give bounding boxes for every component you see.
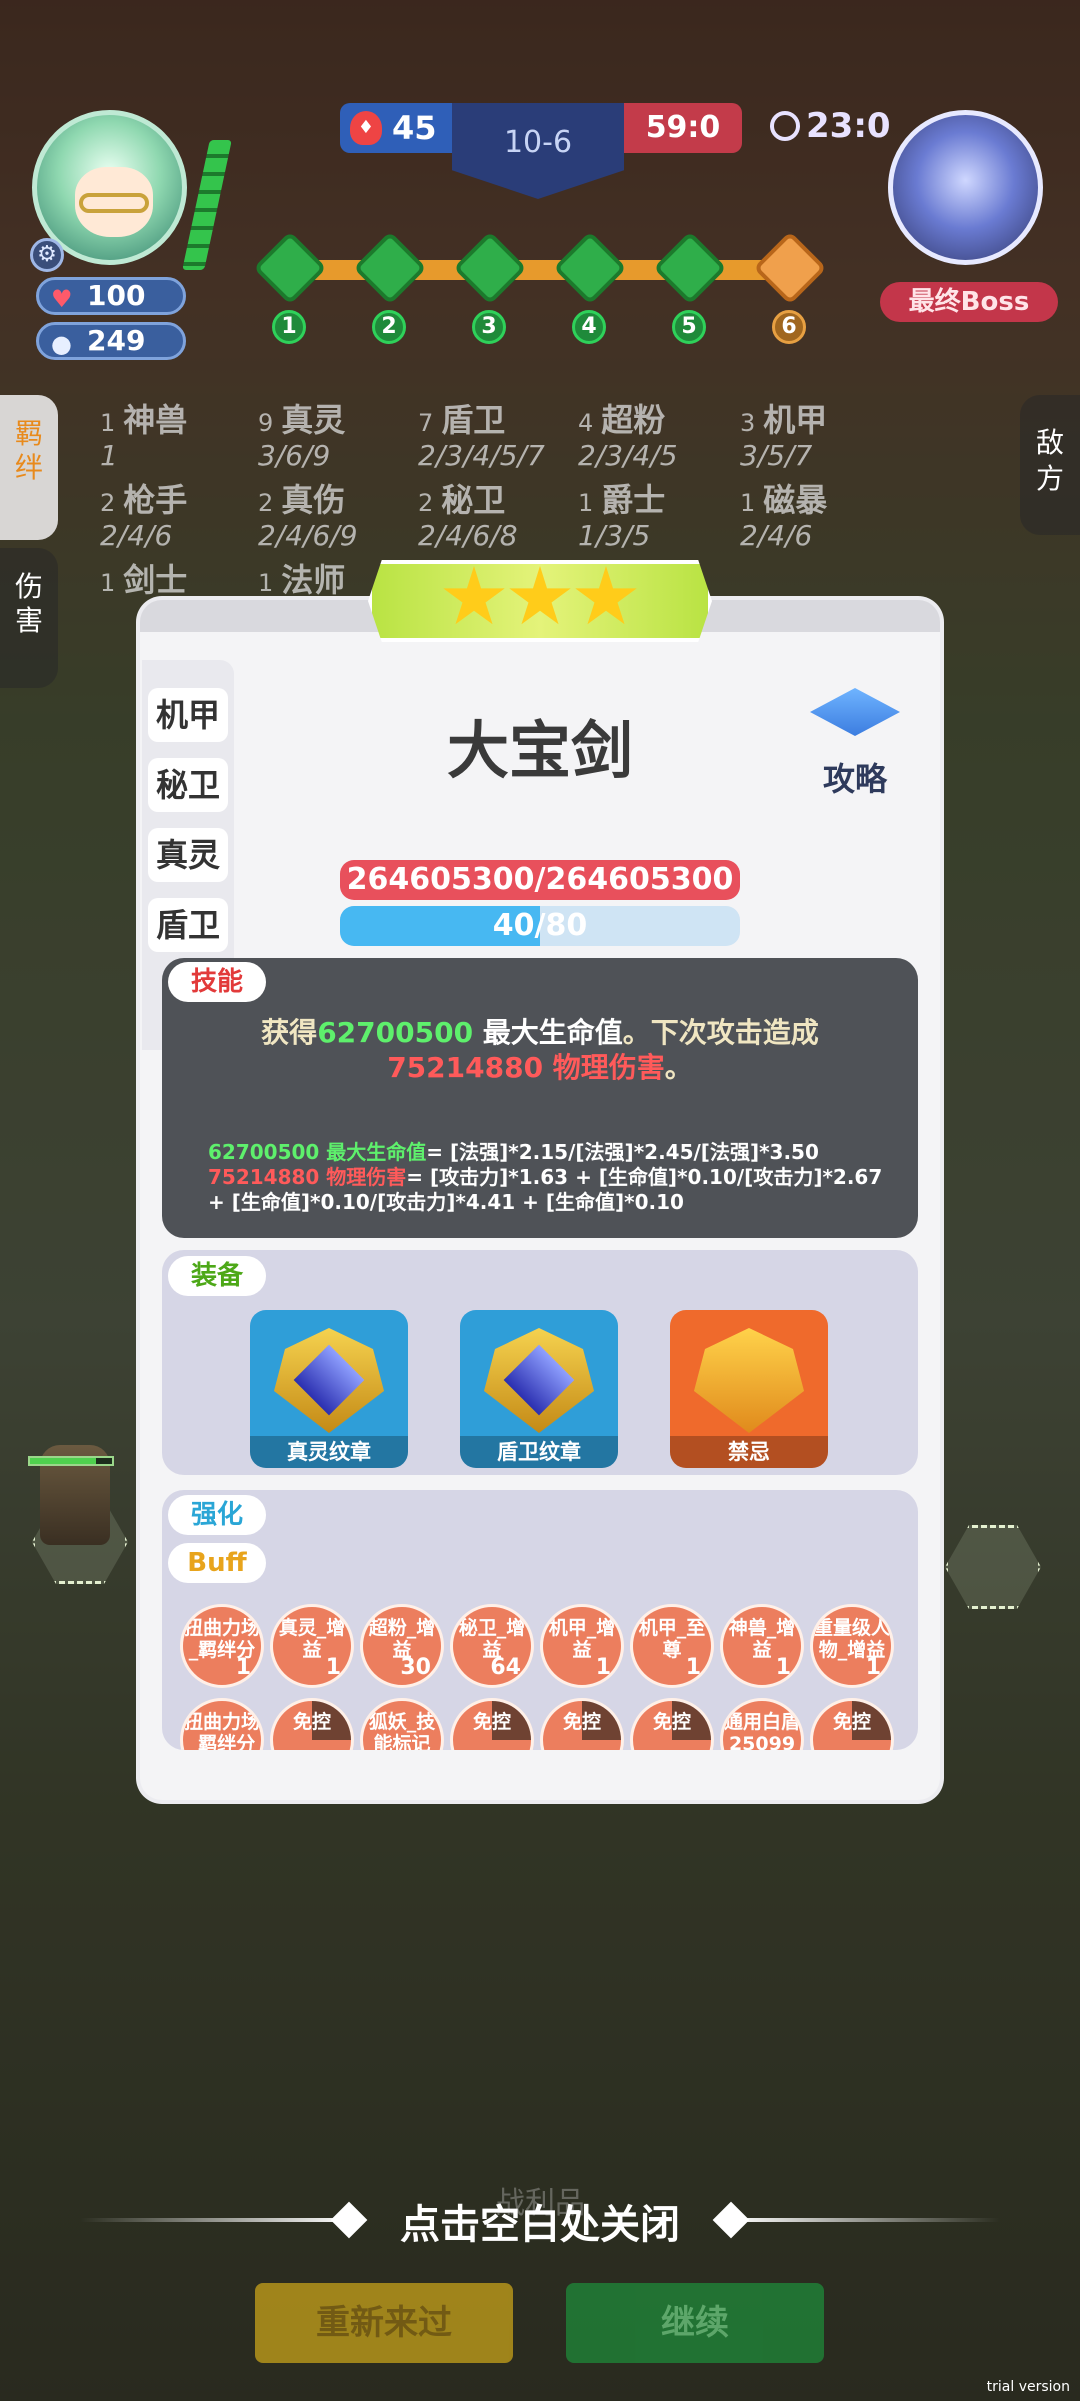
buff-icon[interactable]: 免控 [450, 1698, 534, 1750]
equipment-slot[interactable]: 盾卫纹章 [460, 1310, 618, 1468]
stage-number: 2 [372, 310, 406, 344]
buff-icon[interactable]: 机甲_增益 1 [540, 1604, 624, 1688]
forbidden-relic-icon [694, 1328, 804, 1433]
stage-number: 6 [772, 310, 806, 344]
retry-button[interactable]: 重新来过 [255, 2283, 513, 2363]
buff-icon[interactable]: 通用白盾 25099 [720, 1698, 804, 1750]
boss-label: 最终Boss [880, 282, 1058, 322]
trait-item: 1 剑士 [100, 561, 188, 599]
trait-item: 1 磁暴 2/4/6 [740, 481, 828, 552]
player-hp-pill: ♥ 100 [36, 277, 186, 315]
buff-icon[interactable]: 狐妖_技能标记 [360, 1698, 444, 1750]
trait-item: 7 盾卫 2/3/4/5/7 [418, 401, 545, 472]
continue-button[interactable]: 继续 [566, 2283, 824, 2363]
stage-number: 3 [472, 310, 506, 344]
coin-icon: ● [51, 330, 72, 358]
buff-icon[interactable]: 扭曲力场_羁绊分 1 [180, 1604, 264, 1688]
buff-icon[interactable]: 秘卫_增益 64 [450, 1604, 534, 1688]
trait-item: 3 机甲 3/5/7 [740, 401, 828, 472]
guide-label: 攻略 [822, 760, 887, 798]
skill-tag: 技能 [168, 962, 266, 1002]
trait-item: 2 秘卫 2/4/6/8 [418, 481, 518, 552]
trait-tab[interactable]: 真灵 [148, 828, 228, 882]
trait-item: 2 真伤 2/4/6/9 [258, 481, 358, 552]
skill-description: 获得62700500 最大生命值。下次攻击造成75214880 物理伤害。 [261, 1016, 819, 1084]
stage-number: 4 [572, 310, 606, 344]
equipment-tag: 装备 [168, 1256, 266, 1296]
player-gold-pill: ● 249 [36, 322, 186, 360]
buff-icon[interactable]: 真灵_增益 1 [270, 1604, 354, 1688]
trait-item: 9 真灵 3/6/9 [258, 401, 346, 472]
unit-name: 大宝剑 [446, 714, 633, 787]
stage-number: 1 [272, 310, 306, 344]
stage-number: 5 [672, 310, 706, 344]
divider [80, 2218, 352, 2222]
unit-health-bar: 264605300/264605300 [340, 860, 740, 900]
buff-tag: Buff [168, 1543, 266, 1583]
trait-item: 1 爵士 1/3/5 [578, 481, 666, 552]
boss-portrait[interactable] [888, 110, 1043, 265]
buff-icon[interactable]: 免控 [270, 1698, 354, 1750]
buff-icon[interactable]: 机甲_至尊 1 [630, 1604, 714, 1688]
buff-icon[interactable]: 免控 [540, 1698, 624, 1750]
trait-tab[interactable]: 秘卫 [148, 758, 228, 812]
trait-item: 2 枪手 2/4/6 [100, 481, 188, 552]
buff-icon[interactable]: 超粉_增益 30 [360, 1604, 444, 1688]
round-timer: 23:0 [770, 106, 891, 146]
buff-icon[interactable]: 免控 [630, 1698, 714, 1750]
buff-icon[interactable]: 神兽_增益 1 [720, 1604, 804, 1688]
buff-icon[interactable]: 扭曲力场_羁绊分 [180, 1698, 264, 1750]
trait-item: 4 超粉 2/3/4/5 [578, 401, 678, 472]
shield-icon: ♦ [350, 111, 382, 145]
close-hint[interactable]: 点击空白处关闭 [340, 2192, 740, 2250]
buff-icon[interactable]: 免控 [810, 1698, 894, 1750]
mana-text: 40/80 [492, 908, 588, 943]
board-unit-hp-bar [28, 1456, 114, 1466]
heart-icon: ♥ [51, 285, 73, 313]
equipment-slot[interactable]: 真灵纹章 [250, 1310, 408, 1468]
buff-panel: 扭曲力场_羁绊分 1 真灵_增益 1 超粉_增益 30 秘卫_增益 64 机甲_增益 1 机甲_至尊… [162, 1490, 918, 1750]
trait-tab[interactable]: 盾卫 [148, 898, 228, 952]
tab-enemy[interactable]: 敌 方 [1020, 395, 1080, 535]
equipment-slot[interactable]: 禁忌 [670, 1310, 828, 1468]
enhance-tag: 强化 [168, 1495, 266, 1535]
tab-bonds[interactable]: 羁 绊 [0, 395, 58, 540]
enemy-score: 59:0 [624, 103, 742, 153]
clock-icon [770, 111, 800, 141]
buff-icon[interactable]: 重量级人物_增益 1 [810, 1604, 894, 1688]
watermark: trial version [986, 2379, 1070, 2395]
divider [728, 2218, 1000, 2222]
skill-formula: 62700500 最大生命值= [法强]*2.15/[法强]*2.45/[法强]… [208, 1140, 883, 1214]
trait-tab[interactable]: 机甲 [148, 688, 228, 742]
guide-button[interactable]: 攻略 [800, 688, 910, 798]
player-score: ♦ 45 [340, 103, 452, 153]
graduation-cap-icon [810, 688, 900, 736]
unit-mana-bar: 40/80 [340, 906, 740, 946]
gear-icon[interactable]: ⚙ [30, 238, 64, 272]
tab-damage[interactable]: 伤 害 [0, 548, 58, 688]
trait-item: 1 神兽 1 [100, 401, 188, 472]
